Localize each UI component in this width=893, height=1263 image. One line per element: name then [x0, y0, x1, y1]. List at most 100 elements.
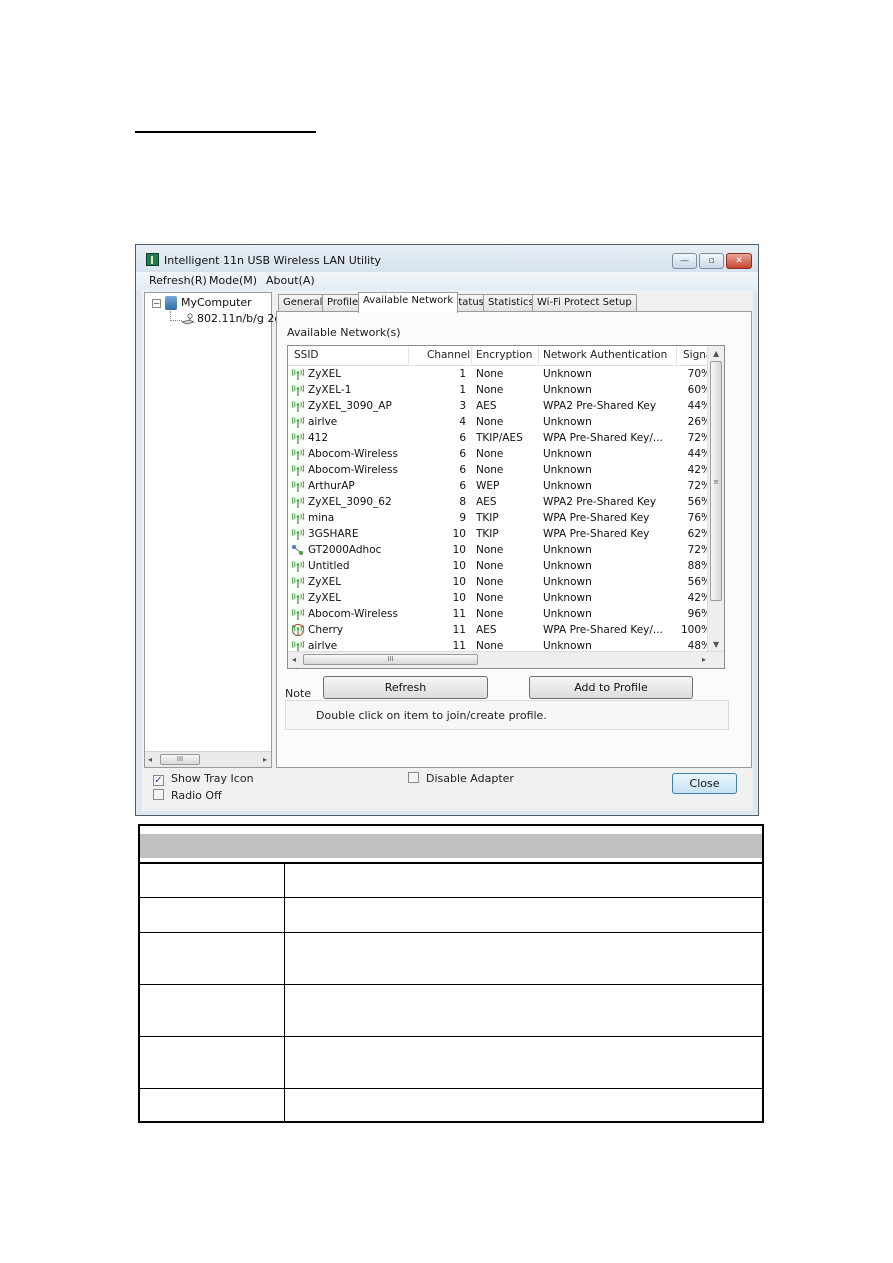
authentication-cell: Unknown: [543, 416, 592, 428]
table-header-cell: [138, 824, 764, 864]
scroll-left-icon[interactable]: ◂: [292, 655, 296, 664]
network-row[interactable]: ZyXEL_3090_62 8 AES WPA2 Pre-Shared Key 56%: [288, 495, 711, 511]
scroll-thumb[interactable]: ≡: [710, 361, 722, 601]
tree-horizontal-scrollbar[interactable]: ◂ III ▸: [145, 751, 271, 767]
add-to-profile-button[interactable]: Add to Profile: [529, 676, 693, 699]
connected-network-icon: [291, 624, 305, 636]
encryption-cell: None: [476, 416, 504, 428]
title-bar[interactable]: Intelligent 11n USB Wireless LAN Utility…: [136, 245, 758, 272]
network-row[interactable]: ArthurAP 6 WEP Unknown 72%: [288, 479, 711, 495]
checkbox-unchecked-icon[interactable]: [408, 772, 419, 783]
column-divider[interactable]: [676, 346, 677, 366]
column-header-ssid[interactable]: SSID: [294, 349, 319, 361]
authentication-cell: Unknown: [543, 448, 592, 460]
ssid-cell: ZyXEL_3090_AP: [308, 400, 392, 412]
column-header-network-authentication[interactable]: Network Authentication: [543, 349, 667, 361]
ssid-cell: ZyXEL: [308, 576, 342, 588]
encryption-cell: None: [476, 448, 504, 460]
authentication-cell: Unknown: [543, 384, 592, 396]
scroll-left-icon[interactable]: ◂: [148, 755, 152, 764]
available-network-panel: Available Network(s) SSID Channel Encryp…: [276, 311, 752, 768]
encryption-cell: None: [476, 576, 504, 588]
channel-cell: 1: [459, 384, 466, 396]
available-networks-label: Available Network(s): [287, 326, 401, 339]
network-row[interactable]: ZyXEL 10 None Unknown 56%: [288, 575, 711, 591]
disable-adapter-label: Disable Adapter: [426, 772, 514, 785]
list-vertical-scrollbar[interactable]: ▲ ≡ ▼: [707, 346, 724, 652]
table-row: [138, 1087, 764, 1123]
radio-off-checkbox[interactable]: Radio Off: [153, 789, 222, 802]
network-row[interactable]: airlve 4 None Unknown 26%: [288, 415, 711, 431]
window-close-button[interactable]: ✕: [726, 253, 752, 269]
network-row[interactable]: 412 6 TKIP/AES WPA Pre-Shared Key/... 72%: [288, 431, 711, 447]
network-row[interactable]: ZyXEL 10 None Unknown 42%: [288, 591, 711, 607]
column-header-encryption[interactable]: Encryption: [476, 349, 532, 361]
channel-cell: 6: [459, 448, 466, 460]
network-row[interactable]: Cherry 11 AES WPA Pre-Shared Key/... 100%: [288, 623, 711, 639]
network-row[interactable]: GT2000Adhoc 10 None Unknown 72%: [288, 543, 711, 559]
table-key-cell: [138, 862, 285, 898]
refresh-button[interactable]: Refresh: [323, 676, 488, 699]
tab-wifi-protect-setup[interactable]: Wi-Fi Protect Setup: [532, 294, 637, 311]
menu-refresh[interactable]: Refresh(R): [149, 274, 207, 287]
scroll-right-icon[interactable]: ▸: [263, 755, 267, 764]
tab-statistics[interactable]: Statistics: [483, 294, 539, 311]
network-row[interactable]: Untitled 10 None Unknown 88%: [288, 559, 711, 575]
scroll-thumb[interactable]: III: [303, 654, 478, 665]
show-tray-icon-checkbox[interactable]: ✓ Show Tray Icon: [153, 772, 254, 786]
column-divider[interactable]: [538, 346, 539, 366]
network-list[interactable]: SSID Channel Encryption Network Authenti…: [287, 345, 725, 669]
scroll-thumb[interactable]: III: [160, 754, 200, 765]
disable-adapter-checkbox[interactable]: Disable Adapter: [408, 772, 514, 785]
wireless-adapter-icon: [181, 313, 195, 325]
tab-profile[interactable]: Profile: [322, 294, 364, 311]
ssid-cell: Abocom-Wireless: [308, 608, 398, 620]
column-header-channel[interactable]: Channel: [427, 349, 470, 361]
checkbox-unchecked-icon[interactable]: [153, 789, 164, 800]
maximize-button[interactable]: ▫: [699, 253, 724, 269]
section-heading-underline: [135, 131, 316, 133]
column-divider[interactable]: [471, 346, 472, 366]
encryption-cell: TKIP/AES: [476, 432, 523, 444]
network-row[interactable]: Abocom-Wireless 6 None Unknown 42%: [288, 463, 711, 479]
table-row: [138, 931, 764, 985]
channel-cell: 10: [452, 528, 466, 540]
note-label: Note: [285, 687, 312, 700]
tab-general[interactable]: General: [278, 294, 328, 311]
column-divider[interactable]: [408, 346, 409, 366]
network-row[interactable]: mina 9 TKIP WPA Pre-Shared Key 76%: [288, 511, 711, 527]
scroll-right-icon[interactable]: ▸: [702, 655, 706, 664]
tree-item-adapter[interactable]: 802.11n/b/g 2c: [197, 312, 280, 325]
network-row[interactable]: ZyXEL-1 1 None Unknown 60%: [288, 383, 711, 399]
network-row[interactable]: ZyXEL 1 None Unknown 70%: [288, 367, 711, 383]
ssid-cell: Abocom-Wireless: [308, 464, 398, 476]
ssid-cell: GT2000Adhoc: [308, 544, 382, 556]
table-value-cell: [283, 896, 764, 933]
tree-collapse-toggle[interactable]: −: [152, 299, 161, 308]
ssid-cell: mina: [308, 512, 335, 524]
wireless-signal-icon: [291, 448, 305, 460]
network-row[interactable]: Abocom-Wireless 6 None Unknown 44%: [288, 447, 711, 463]
menu-mode[interactable]: Mode(M): [209, 274, 257, 287]
checkbox-checked-icon[interactable]: ✓: [153, 775, 164, 786]
encryption-cell: None: [476, 560, 504, 572]
tab-available-network[interactable]: Available Network: [358, 292, 459, 313]
scroll-down-icon[interactable]: ▼: [713, 640, 719, 649]
network-row[interactable]: 3GSHARE 10 TKIP WPA Pre-Shared Key 62%: [288, 527, 711, 543]
network-row[interactable]: ZyXEL_3090_AP 3 AES WPA2 Pre-Shared Key 44%: [288, 399, 711, 415]
channel-cell: 10: [452, 576, 466, 588]
table-row: [138, 862, 764, 898]
channel-cell: 11: [452, 608, 466, 620]
channel-cell: 6: [459, 480, 466, 492]
close-button[interactable]: Close: [672, 773, 737, 794]
wireless-signal-icon: [291, 368, 305, 380]
list-horizontal-scrollbar[interactable]: ◂ III ▸: [288, 651, 724, 668]
ssid-cell: 412: [308, 432, 329, 444]
tree-item-mycomputer[interactable]: MyComputer: [181, 296, 252, 309]
network-row[interactable]: Abocom-Wireless 11 None Unknown 96%: [288, 607, 711, 623]
scroll-up-icon[interactable]: ▲: [713, 349, 719, 358]
minimize-button[interactable]: —: [672, 253, 697, 269]
menu-about[interactable]: About(A): [266, 274, 315, 287]
table-key-cell: [138, 1035, 285, 1089]
ssid-cell: ZyXEL: [308, 368, 342, 380]
